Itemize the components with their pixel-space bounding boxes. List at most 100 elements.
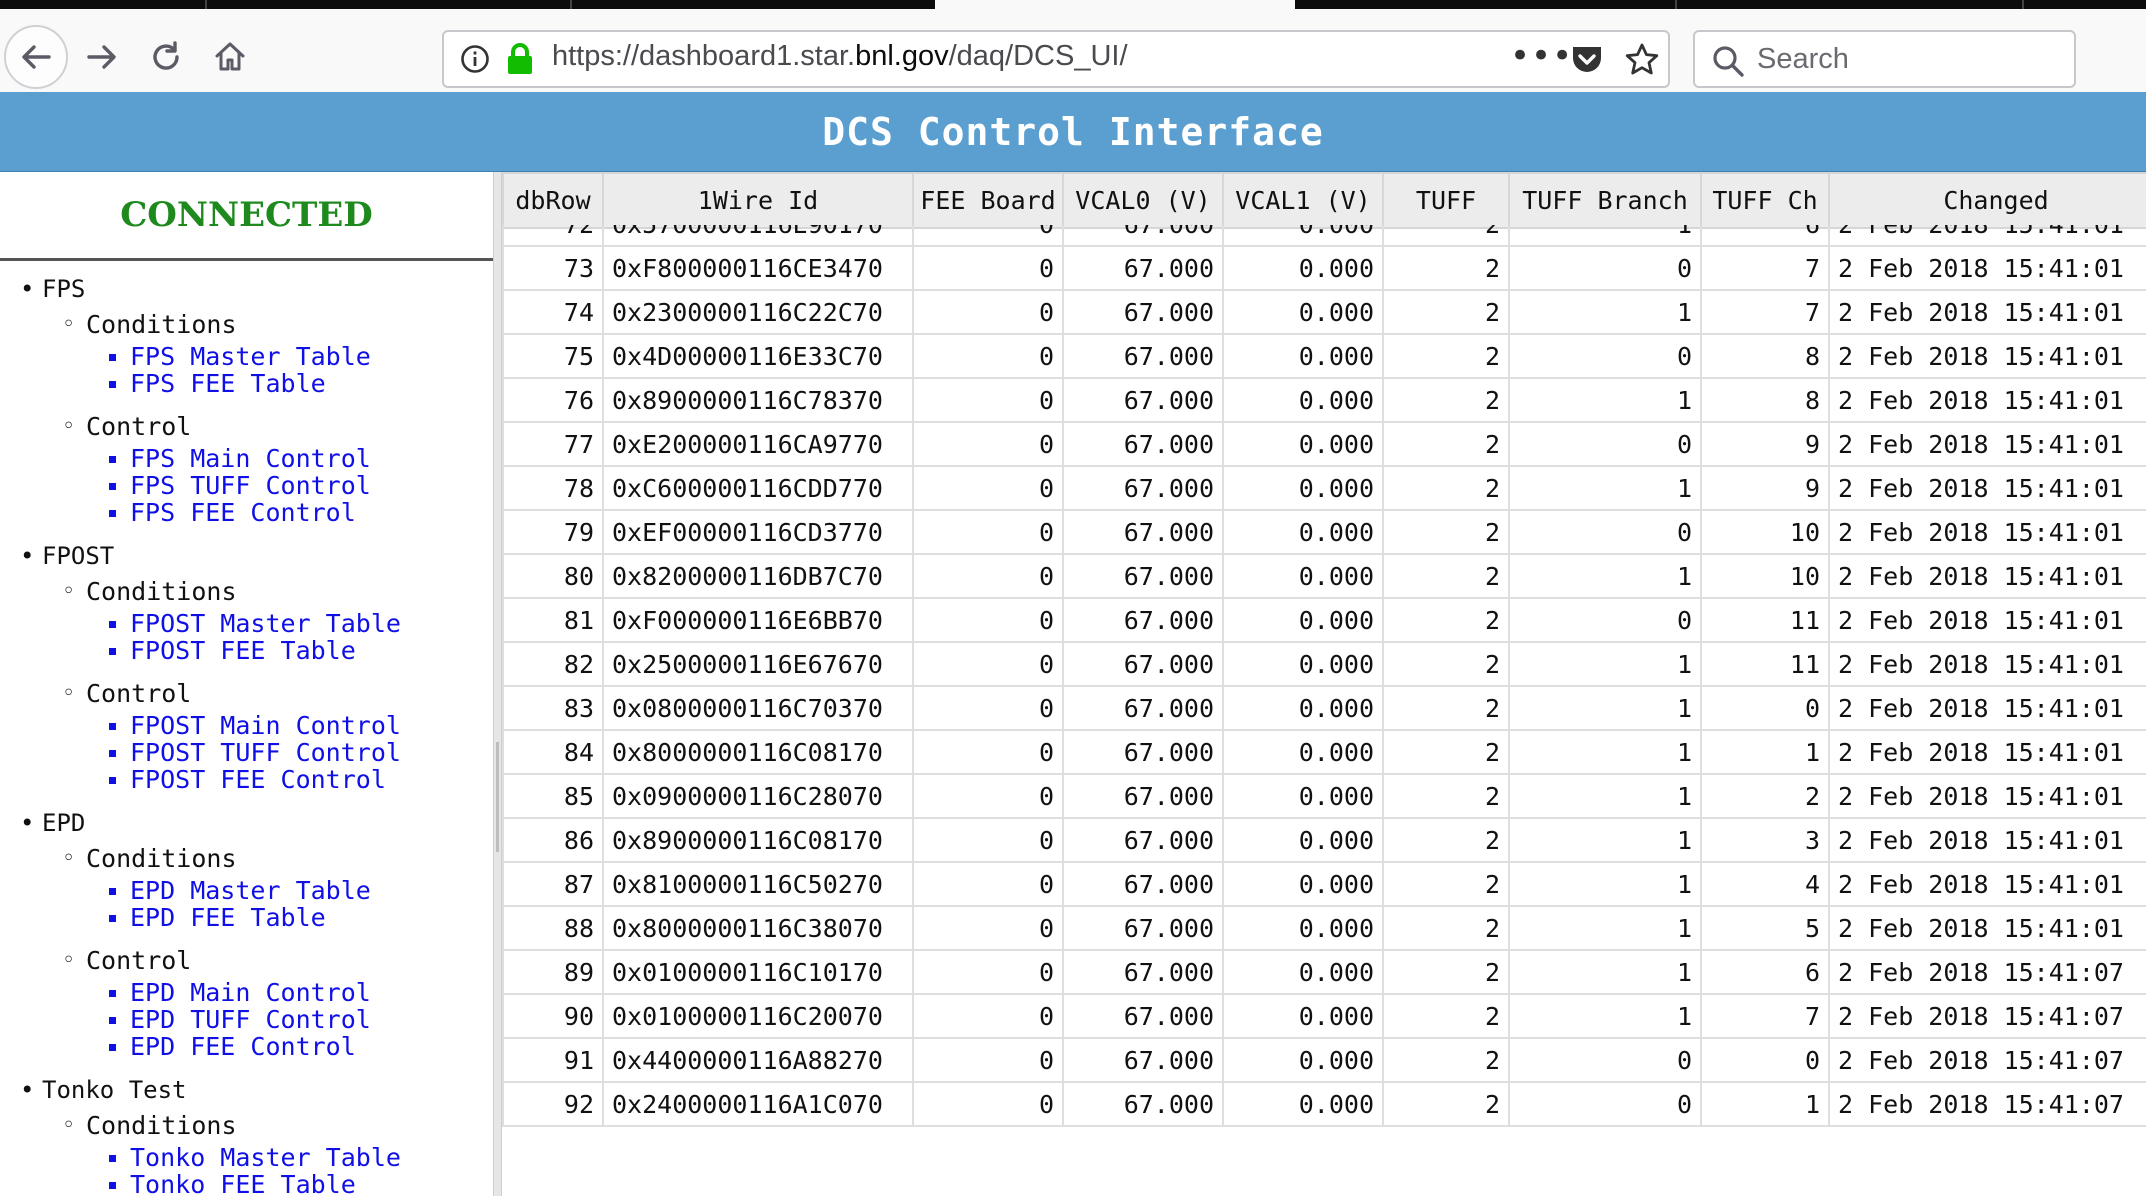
- cell-tuff-branch: 1: [1508, 289, 1702, 335]
- cell-tuff-ch: 7: [1700, 289, 1830, 335]
- table-row: 75 0x4D00000116E33C70 0 67.000 0.000 2 0 8 2 Feb…: [502, 333, 2146, 379]
- column-header-vcal1[interactable]: VCAL1 (V): [1222, 172, 1384, 229]
- active-tab[interactable]: [935, 0, 1295, 9]
- pocket-icon[interactable]: [1570, 44, 1604, 76]
- cell-vcal1: 0.000: [1222, 465, 1384, 511]
- cell-1wire-id: 0x0800000116C70370: [602, 685, 914, 731]
- cell-vcal1: 0.000: [1222, 993, 1384, 1039]
- url-text[interactable]: https://dashboard1.star.bnl.gov/daq/DCS_…: [552, 40, 1128, 73]
- nav-group-label: EPD: [0, 805, 493, 841]
- cell-vcal1: 0.000: [1222, 377, 1384, 423]
- cell-changed: 2 Feb 2018 15:41:01: [1828, 817, 2146, 863]
- cell-vcal1: 0.000: [1222, 421, 1384, 467]
- cell-1wire-id: 0x4D00000116E33C70: [602, 333, 914, 379]
- arrow-left-icon: [22, 45, 51, 69]
- cell-changed: 2 Feb 2018 15:41:01: [1828, 509, 2146, 555]
- search-icon: [1713, 46, 1744, 77]
- cell-vcal1: 0.000: [1222, 225, 1384, 247]
- panel-resize-handle[interactable]: [493, 172, 502, 1196]
- cell-tuff-ch: 11: [1700, 597, 1830, 643]
- column-header-tuff-ch[interactable]: TUFF Ch: [1700, 172, 1830, 229]
- cell-vcal1: 0.000: [1222, 1081, 1384, 1127]
- cell-dbrow: 86: [502, 817, 604, 863]
- link-fpost-master-table[interactable]: FPOST Master Table: [0, 610, 493, 637]
- resize-grip[interactable]: [496, 742, 499, 852]
- cell-changed: 2 Feb 2018 15:41:01: [1828, 773, 2146, 819]
- cell-vcal0: 67.000: [1062, 465, 1224, 511]
- cell-vcal1: 0.000: [1222, 729, 1384, 775]
- bookmark-star-icon[interactable]: [1624, 42, 1660, 78]
- link-fps-tuff-control[interactable]: FPS TUFF Control: [0, 472, 493, 499]
- nav-link-list: FPS Master Table FPS FEE Table: [0, 343, 493, 409]
- cell-tuff: 2: [1382, 905, 1510, 951]
- back-button[interactable]: [4, 25, 68, 89]
- browser-toolbar: https://dashboard1.star.bnl.gov/daq/DCS_…: [0, 9, 2146, 93]
- cell-vcal0: 67.000: [1062, 729, 1224, 775]
- cell-tuff-ch: 5: [1700, 905, 1830, 951]
- cell-changed: 2 Feb 2018 15:41:01: [1828, 377, 2146, 423]
- cell-tuff: 2: [1382, 509, 1510, 555]
- cell-dbrow: 79: [502, 509, 604, 555]
- cell-dbrow: 76: [502, 377, 604, 423]
- cell-vcal1: 0.000: [1222, 905, 1384, 951]
- link-fps-fee-table[interactable]: FPS FEE Table: [0, 370, 493, 397]
- home-button[interactable]: [198, 25, 262, 89]
- link-epd-fee-table[interactable]: EPD FEE Table: [0, 904, 493, 931]
- cell-dbrow: 91: [502, 1037, 604, 1083]
- cell-vcal1: 0.000: [1222, 773, 1384, 819]
- cell-dbrow: 72: [502, 225, 604, 247]
- link-epd-main-control[interactable]: EPD Main Control: [0, 979, 493, 1006]
- cell-tuff: 2: [1382, 225, 1510, 247]
- link-fps-main-control[interactable]: FPS Main Control: [0, 445, 493, 472]
- forward-button[interactable]: [70, 25, 134, 89]
- link-fps-fee-control[interactable]: FPS FEE Control: [0, 499, 493, 526]
- table-body-scroll[interactable]: 720x5700000116E90170067.0000.0002162 Feb…: [502, 225, 2146, 1196]
- cell-changed: 2 Feb 2018 15:41:01: [1828, 421, 2146, 467]
- url-prefix: https://dashboard1.star.: [552, 40, 856, 72]
- table-row: 92 0x2400000116A1C070 0 67.000 0.000 2 0 1 2 Feb…: [502, 1081, 2146, 1127]
- lock-icon[interactable]: [506, 42, 534, 76]
- cell-tuff: 2: [1382, 641, 1510, 687]
- cell-dbrow: 89: [502, 949, 604, 995]
- cell-changed: 2 Feb 2018 15:41:01: [1828, 685, 2146, 731]
- column-header-dbrow[interactable]: dbRow: [502, 172, 604, 229]
- cell-fee-board: 0: [912, 377, 1064, 423]
- column-header-fee-board[interactable]: FEE Board: [912, 172, 1064, 229]
- cell-vcal0: 67.000: [1062, 225, 1224, 247]
- cell-dbrow: 87: [502, 861, 604, 907]
- sidebar-nav: FPS Conditions FPS Master Table FPS FEE …: [0, 261, 493, 1196]
- nav-section-label: Conditions: [0, 574, 493, 610]
- page-actions-button[interactable]: •••: [1510, 36, 1573, 76]
- column-header-tuff-branch[interactable]: TUFF Branch: [1508, 172, 1702, 229]
- cell-tuff-ch: 7: [1700, 245, 1830, 291]
- column-header-1wire-id[interactable]: 1Wire Id: [602, 172, 914, 229]
- table-row: 79 0xEF00000116CD3770 0 67.000 0.000 2 0 10 2 Fe…: [502, 509, 2146, 555]
- link-epd-fee-control[interactable]: EPD FEE Control: [0, 1033, 493, 1060]
- cell-vcal0: 67.000: [1062, 993, 1224, 1039]
- cell-vcal1: 0.000: [1222, 1037, 1384, 1083]
- search-box[interactable]: Search: [1693, 30, 2076, 88]
- cell-fee-board: 0: [912, 597, 1064, 643]
- link-tonko-fee-table[interactable]: Tonko FEE Table: [0, 1171, 493, 1196]
- column-header-vcal0[interactable]: VCAL0 (V): [1062, 172, 1224, 229]
- column-header-changed[interactable]: Changed: [1828, 172, 2146, 229]
- table-row: 85 0x0900000116C28070 0 67.000 0.000 2 1 2 2 Feb…: [502, 773, 2146, 819]
- cell-tuff: 2: [1382, 597, 1510, 643]
- nav-section-label: Conditions: [0, 841, 493, 877]
- cell-fee-board: 0: [912, 509, 1064, 555]
- link-fpost-fee-table[interactable]: FPOST FEE Table: [0, 637, 493, 664]
- link-epd-tuff-control[interactable]: EPD TUFF Control: [0, 1006, 493, 1033]
- cell-tuff: 2: [1382, 245, 1510, 291]
- info-icon[interactable]: [460, 44, 490, 74]
- reload-button[interactable]: [134, 25, 198, 89]
- link-epd-master-table[interactable]: EPD Master Table: [0, 877, 493, 904]
- table-row: 84 0x8000000116C08170 0 67.000 0.000 2 1 1 2 Feb…: [502, 729, 2146, 775]
- link-fps-master-table[interactable]: FPS Master Table: [0, 343, 493, 370]
- url-bar[interactable]: https://dashboard1.star.bnl.gov/daq/DCS_…: [442, 30, 1670, 88]
- link-fpost-main-control[interactable]: FPOST Main Control: [0, 712, 493, 739]
- link-tonko-master-table[interactable]: Tonko Master Table: [0, 1144, 493, 1171]
- link-fpost-fee-control[interactable]: FPOST FEE Control: [0, 766, 493, 793]
- link-fpost-tuff-control[interactable]: FPOST TUFF Control: [0, 739, 493, 766]
- table-row: 81 0xF000000116E6BB70 0 67.000 0.000 2 0 11 2 Fe…: [502, 597, 2146, 643]
- column-header-tuff[interactable]: TUFF: [1382, 172, 1510, 229]
